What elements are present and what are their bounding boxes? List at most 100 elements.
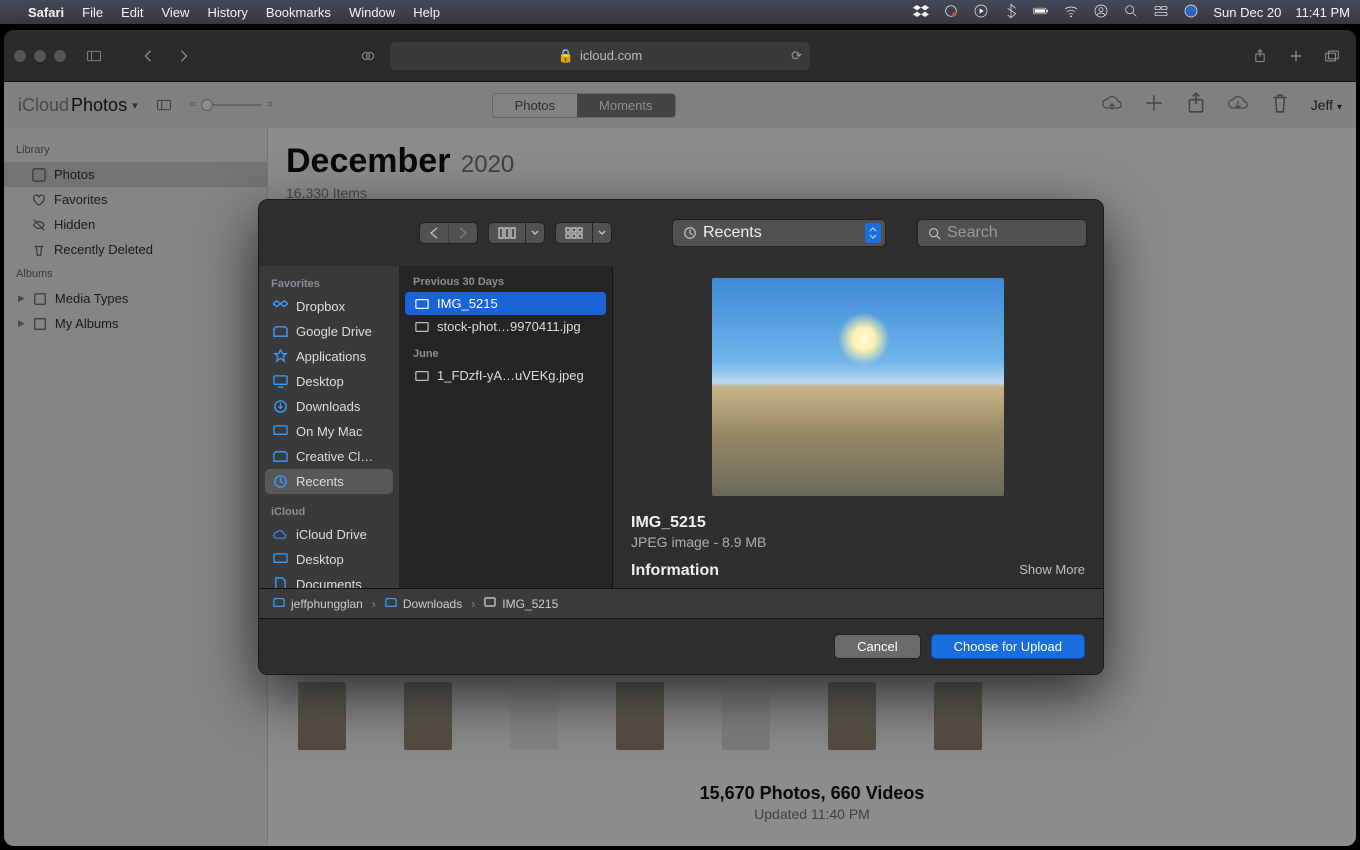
sidebar-documents[interactable]: Documents [265, 572, 393, 588]
sidebar-google-drive[interactable]: Google Drive [265, 319, 393, 344]
forward-button[interactable] [170, 45, 198, 67]
reload-icon[interactable]: ⟳ [791, 48, 802, 64]
year-subtitle: 2020 [461, 151, 514, 178]
user-switch-icon[interactable] [1093, 3, 1109, 22]
cloud-upload-icon[interactable] [1101, 92, 1123, 119]
show-more-button[interactable]: Show More [1019, 562, 1085, 577]
photos-sidebar-toggle[interactable] [150, 94, 178, 116]
file-row[interactable]: 1_FDzfI-yA…uVEKg.jpeg [405, 364, 606, 387]
address-bar[interactable]: 🔒 icloud.com ⟳ [390, 42, 810, 70]
menubar-date[interactable]: Sun Dec 20 [1213, 5, 1281, 20]
window-traffic-lights[interactable] [14, 50, 66, 62]
menu-history[interactable]: History [207, 5, 247, 20]
sidebar-item-photos[interactable]: Photos [4, 162, 267, 187]
zoom-slider[interactable]: ▫▫ [190, 96, 273, 114]
sidebar-dropbox[interactable]: Dropbox [265, 294, 393, 319]
path-seg-file[interactable]: IMG_5215 [502, 597, 558, 611]
thumbnail[interactable] [934, 682, 982, 750]
thumbnail[interactable] [616, 682, 664, 750]
brand-suffix: Photos [71, 95, 127, 116]
path-bar: jeffphungglan Downloads IMG_5215 [259, 588, 1103, 618]
photo-grid [298, 682, 982, 750]
thumbnail[interactable] [828, 682, 876, 750]
columns-view-button[interactable] [489, 223, 525, 243]
sidebar-on-my-mac[interactable]: On My Mac [265, 419, 393, 444]
seg-photos[interactable]: Photos [493, 94, 577, 117]
dropbox-menulet-icon[interactable] [913, 3, 929, 22]
sidebar-recents[interactable]: Recents [265, 469, 393, 494]
menu-bookmarks[interactable]: Bookmarks [266, 5, 331, 20]
thumbnail[interactable] [510, 682, 558, 750]
picker-forward-button[interactable] [448, 223, 477, 243]
sidebar-icloud-drive[interactable]: iCloud Drive [265, 522, 393, 547]
sidebar-desktop[interactable]: Desktop [265, 369, 393, 394]
menu-edit[interactable]: Edit [121, 5, 143, 20]
menu-file[interactable]: File [82, 5, 103, 20]
sidebar-item-hidden[interactable]: Hidden [4, 212, 267, 237]
app-name[interactable]: Safari [28, 5, 64, 20]
location-popup[interactable]: Recents [672, 219, 886, 247]
share-button[interactable] [1246, 45, 1274, 67]
url-host: icloud.com [580, 48, 642, 63]
menu-help[interactable]: Help [413, 5, 440, 20]
favorites-section-header: Favorites [265, 274, 393, 294]
siri-icon[interactable] [1183, 3, 1199, 22]
cloud-download-icon[interactable] [1227, 92, 1249, 119]
picker-footer: Cancel Choose for Upload [259, 618, 1103, 674]
user-menu[interactable]: Jeff ▾ [1311, 97, 1342, 113]
sidebar-item-recently-deleted[interactable]: Recently Deleted [4, 237, 267, 262]
path-seg-downloads[interactable]: Downloads [403, 597, 462, 611]
path-seg-user[interactable]: jeffphungglan [291, 597, 363, 611]
menu-view[interactable]: View [162, 5, 190, 20]
library-header: Library [4, 138, 267, 162]
file-row[interactable]: stock-phot…9970411.jpg [405, 315, 606, 338]
photos-header: iCloud Photos ▾ ▫▫ Photos Moments Jeff ▾ [4, 82, 1356, 128]
thumbnail[interactable] [298, 682, 346, 750]
picker-back-button[interactable] [420, 223, 448, 243]
control-center-icon[interactable] [1153, 3, 1169, 22]
thumbnail[interactable] [404, 682, 452, 750]
seg-moments[interactable]: Moments [577, 94, 674, 117]
menubar-time[interactable]: 11:41 PM [1295, 5, 1350, 20]
disclosure-icon: ▶ [18, 293, 25, 304]
battery-icon[interactable] [1033, 3, 1049, 22]
search-input[interactable]: Search [917, 219, 1087, 247]
photos-brand[interactable]: iCloud Photos ▾ [18, 95, 138, 116]
sidebar-desktop-icloud[interactable]: Desktop [265, 547, 393, 572]
picker-sidebar: Favorites Dropbox Google Drive Applicati… [259, 266, 399, 588]
group-button[interactable] [556, 223, 592, 243]
view-dropdown-icon[interactable] [525, 223, 544, 243]
sidebar-item-my-albums[interactable]: ▶My Albums [4, 311, 267, 336]
add-icon[interactable] [1143, 92, 1165, 119]
choose-for-upload-button[interactable]: Choose for Upload [931, 634, 1085, 659]
sidebar-item-media-types[interactable]: ▶Media Types [4, 286, 267, 311]
back-button[interactable] [134, 45, 162, 67]
image-file-icon [484, 596, 496, 611]
status-menulet-icon[interactable] [943, 3, 959, 22]
tabs-button[interactable] [1318, 45, 1346, 67]
reader-button[interactable] [354, 45, 382, 67]
cancel-button[interactable]: Cancel [834, 634, 920, 659]
spotlight-icon[interactable] [1123, 3, 1139, 22]
group-dropdown-icon[interactable] [592, 223, 611, 243]
sidebar-toggle-button[interactable] [80, 45, 108, 67]
trash-icon[interactable] [1269, 92, 1291, 119]
new-tab-button[interactable] [1282, 45, 1310, 67]
menu-window[interactable]: Window [349, 5, 395, 20]
sidebar-downloads[interactable]: Downloads [265, 394, 393, 419]
thumbnail[interactable] [722, 682, 770, 750]
preview-filetype: JPEG image - 8.9 MB [631, 534, 1085, 550]
sidebar-creative-cloud[interactable]: Creative Cl… [265, 444, 393, 469]
sidebar-applications[interactable]: Applications [265, 344, 393, 369]
safari-toolbar: 🔒 icloud.com ⟳ [4, 30, 1356, 82]
share-icon[interactable] [1185, 92, 1207, 119]
media-menulet-icon[interactable] [973, 3, 989, 22]
wifi-icon[interactable] [1063, 3, 1079, 22]
file-row-selected[interactable]: IMG_5215 [405, 292, 606, 315]
group-prev-30: Previous 30 Days [399, 266, 612, 292]
sidebar-item-favorites[interactable]: Favorites [4, 187, 267, 212]
group-june: June [399, 338, 612, 364]
bluetooth-icon[interactable] [1003, 3, 1019, 22]
disclosure-icon: ▶ [18, 318, 25, 329]
group-mode [555, 222, 612, 244]
